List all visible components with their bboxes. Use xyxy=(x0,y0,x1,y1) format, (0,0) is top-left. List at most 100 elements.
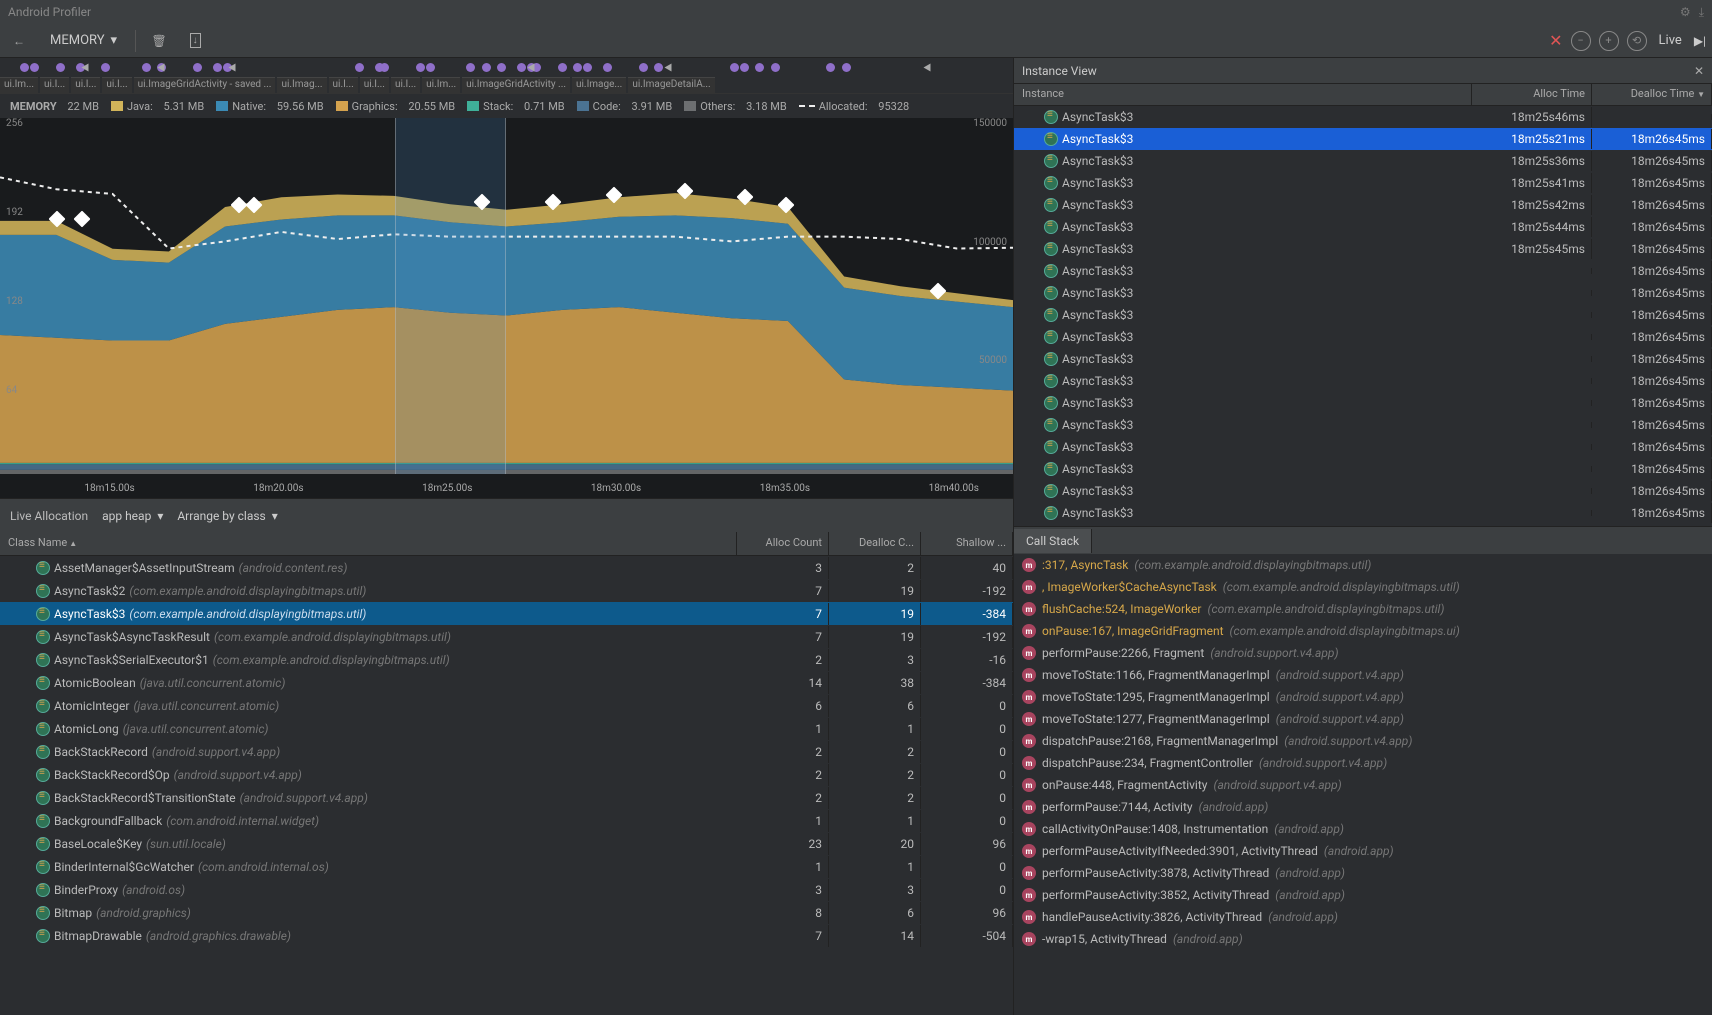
col-class-name[interactable]: Class Name▲ xyxy=(0,532,737,555)
stack-frame[interactable]: monPause:448, FragmentActivity (android.… xyxy=(1014,774,1712,796)
event-tab[interactable]: ui.ImageGridActivity - saved ... xyxy=(134,77,276,93)
event-tab[interactable]: ui.ImageGridActivity ... xyxy=(462,77,570,93)
table-row[interactable]: AtomicLong (java.util.concurrent.atomic)… xyxy=(0,717,1013,740)
stack-frame[interactable]: mmoveToState:1277, FragmentManagerImpl (… xyxy=(1014,708,1712,730)
package-name: (com.example.android.displayingbitmaps.u… xyxy=(129,584,366,598)
selection-range[interactable] xyxy=(395,118,506,474)
list-item[interactable]: AsyncTask$318m26s45ms xyxy=(1014,392,1712,414)
gear-icon[interactable]: ⚙ xyxy=(1680,5,1691,19)
stack-frame[interactable]: mdispatchPause:2168, FragmentManagerImpl… xyxy=(1014,730,1712,752)
stack-frame[interactable]: m-wrap15, ActivityThread (android.app) xyxy=(1014,928,1712,950)
stack-frame[interactable]: mperformPauseActivityIfNeeded:3901, Acti… xyxy=(1014,840,1712,862)
zoom-out-button[interactable]: − xyxy=(1571,31,1591,51)
col-dealloc-time[interactable]: Dealloc Time ▼ xyxy=(1592,84,1712,105)
table-row[interactable]: AsyncTask$SerialExecutor$1 (com.example.… xyxy=(0,648,1013,671)
sort-asc-icon: ▲ xyxy=(69,539,77,548)
list-item[interactable]: AsyncTask$318m25s21ms18m26s45ms xyxy=(1014,128,1712,150)
stack-frame[interactable]: mperformPause:2266, Fragment (android.su… xyxy=(1014,642,1712,664)
list-item[interactable]: AsyncTask$318m26s45ms xyxy=(1014,414,1712,436)
event-tab[interactable]: ui.Im... xyxy=(422,77,460,93)
list-item[interactable]: AsyncTask$318m25s36ms18m26s45ms xyxy=(1014,150,1712,172)
table-row[interactable]: BitmapDrawable (android.graphics.drawabl… xyxy=(0,924,1013,947)
table-row[interactable]: BaseLocale$Key (sun.util.locale)232096 xyxy=(0,832,1013,855)
event-tab[interactable]: ui.I... xyxy=(329,77,358,93)
stack-frame[interactable]: m:317, AsyncTask (com.example.android.di… xyxy=(1014,554,1712,576)
live-button[interactable]: Live xyxy=(1655,33,1686,48)
close-icon[interactable]: ✕ xyxy=(1549,31,1562,50)
event-tab[interactable]: ui.Im... xyxy=(0,77,38,93)
minimize-icon[interactable]: ⤓ xyxy=(1699,5,1704,20)
event-tab[interactable]: ui.I... xyxy=(71,77,100,93)
list-item[interactable]: AsyncTask$318m26s45ms xyxy=(1014,458,1712,480)
stack-frame[interactable]: mperformPause:7144, Activity (android.ap… xyxy=(1014,796,1712,818)
stack-frame[interactable]: mmoveToState:1166, FragmentManagerImpl (… xyxy=(1014,664,1712,686)
export-button[interactable]: ↓ xyxy=(182,28,208,54)
stack-frame[interactable]: mcallActivityOnPause:1408, Instrumentati… xyxy=(1014,818,1712,840)
table-row[interactable]: AsyncTask$2 (com.example.android.display… xyxy=(0,579,1013,602)
table-row[interactable]: AtomicBoolean (java.util.concurrent.atom… xyxy=(0,671,1013,694)
table-row[interactable]: BackStackRecord (android.support.v4.app)… xyxy=(0,740,1013,763)
list-item[interactable]: AsyncTask$318m26s45ms xyxy=(1014,370,1712,392)
table-row[interactable]: BinderInternal$GcWatcher (com.android.in… xyxy=(0,855,1013,878)
stack-frame[interactable]: monPause:167, ImageGridFragment (com.exa… xyxy=(1014,620,1712,642)
list-item[interactable]: AsyncTask$318m26s45ms xyxy=(1014,348,1712,370)
table-row[interactable]: BinderProxy (android.os)330 xyxy=(0,878,1013,901)
arrange-dropdown[interactable]: Arrange by class▾ xyxy=(177,509,277,523)
list-item[interactable]: AsyncTask$318m25s44ms18m26s45ms xyxy=(1014,216,1712,238)
col-shallow[interactable]: Shallow ... xyxy=(921,532,1013,555)
list-item[interactable]: AsyncTask$318m25s42ms18m26s45ms xyxy=(1014,194,1712,216)
event-tab[interactable]: ui.I... xyxy=(102,77,131,93)
heap-dropdown[interactable]: app heap▾ xyxy=(102,509,163,523)
list-item[interactable]: AsyncTask$318m26s45ms xyxy=(1014,436,1712,458)
table-row[interactable]: AtomicInteger (java.util.concurrent.atom… xyxy=(0,694,1013,717)
stack-frame[interactable]: mperformPauseActivity:3878, ActivityThre… xyxy=(1014,862,1712,884)
delete-button[interactable]: 🗑 xyxy=(146,28,172,54)
back-button[interactable]: ← xyxy=(6,28,32,54)
table-row[interactable]: AssetManager$AssetInputStream (android.c… xyxy=(0,556,1013,579)
stack-frame[interactable]: mdispatchPause:234, FragmentController (… xyxy=(1014,752,1712,774)
skip-end-button[interactable]: ▶| xyxy=(1694,34,1706,48)
col-alloc-time[interactable]: Alloc Time xyxy=(1472,84,1592,105)
method-icon: m xyxy=(1022,712,1036,726)
profiler-mode-dropdown[interactable]: MEMORY ▾ xyxy=(42,31,125,50)
list-item[interactable]: AsyncTask$318m26s45ms xyxy=(1014,326,1712,348)
list-item[interactable]: AsyncTask$318m25s45ms18m26s45ms xyxy=(1014,238,1712,260)
tab-callstack[interactable]: Call Stack xyxy=(1014,529,1092,553)
instance-list: AsyncTask$318m25s46msAsyncTask$318m25s21… xyxy=(1014,106,1712,526)
col-dealloc-count[interactable]: Dealloc C... xyxy=(829,532,921,555)
table-row[interactable]: AsyncTask$3 (com.example.android.display… xyxy=(0,602,1013,625)
stack-frame[interactable]: m, ImageWorker$CacheAsyncTask (com.examp… xyxy=(1014,576,1712,598)
table-row[interactable]: BackStackRecord$Op (android.support.v4.a… xyxy=(0,763,1013,786)
stack-frame[interactable]: mperformPauseActivity:3852, ActivityThre… xyxy=(1014,884,1712,906)
list-item[interactable]: AsyncTask$318m25s41ms18m26s45ms xyxy=(1014,172,1712,194)
close-icon[interactable]: ✕ xyxy=(1694,64,1704,78)
table-row[interactable]: BackgroundFallback (com.android.internal… xyxy=(0,809,1013,832)
table-row[interactable]: AsyncTask$AsyncTaskResult (com.example.a… xyxy=(0,625,1013,648)
event-tab[interactable]: ui.I... xyxy=(40,77,69,93)
memory-chart[interactable]: 256192128641500001000005000018m15.00s18m… xyxy=(0,118,1013,498)
col-instance[interactable]: Instance xyxy=(1014,84,1472,105)
zoom-in-button[interactable]: + xyxy=(1599,31,1619,51)
method-icon: m xyxy=(1022,866,1036,880)
list-item[interactable]: AsyncTask$318m26s45ms xyxy=(1014,304,1712,326)
event-tab[interactable]: ui.Imag... xyxy=(277,77,326,93)
list-item[interactable]: AsyncTask$318m26s45ms xyxy=(1014,282,1712,304)
stack-frame[interactable]: mmoveToState:1295, FragmentManagerImpl (… xyxy=(1014,686,1712,708)
event-tab[interactable]: ui.ImageDetailA... xyxy=(628,77,714,93)
table-row[interactable]: BackStackRecord$TransitionState (android… xyxy=(0,786,1013,809)
stack-frame[interactable]: mflushCache:524, ImageWorker (com.exampl… xyxy=(1014,598,1712,620)
stack-frame[interactable]: mhandlePauseActivity:3826, ActivityThrea… xyxy=(1014,906,1712,928)
col-alloc-count[interactable]: Alloc Count xyxy=(737,532,829,555)
event-tab[interactable]: ui.Image... xyxy=(572,77,626,93)
event-tab[interactable]: ui.I... xyxy=(360,77,389,93)
table-row[interactable]: Bitmap (android.graphics)8696 xyxy=(0,901,1013,924)
package-name: (com.example.android.displayingbitmaps.u… xyxy=(129,607,366,621)
list-item[interactable]: AsyncTask$318m26s45ms xyxy=(1014,502,1712,524)
list-item[interactable]: AsyncTask$318m25s46ms xyxy=(1014,106,1712,128)
method-icon: m xyxy=(1022,602,1036,616)
event-triangle-icon xyxy=(665,64,672,72)
reset-zoom-button[interactable]: ⟲ xyxy=(1627,31,1647,51)
list-item[interactable]: AsyncTask$318m26s45ms xyxy=(1014,260,1712,282)
event-tab[interactable]: ui.I... xyxy=(391,77,420,93)
list-item[interactable]: AsyncTask$318m26s45ms xyxy=(1014,480,1712,502)
